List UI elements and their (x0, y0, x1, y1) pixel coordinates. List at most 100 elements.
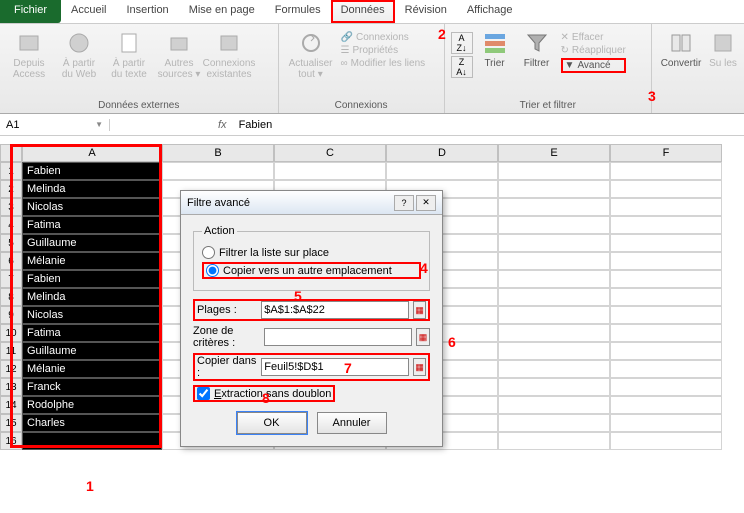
tab-review[interactable]: Révision (395, 0, 457, 23)
tab-home[interactable]: Accueil (61, 0, 116, 23)
name-box[interactable]: A1▼ (0, 119, 110, 131)
cell[interactable]: Fatima (22, 216, 162, 234)
text-to-columns-button[interactable]: Convertir (658, 28, 704, 109)
copyto-picker-button[interactable]: ▦ (413, 358, 426, 376)
cell[interactable] (610, 414, 722, 432)
remove-button[interactable]: Su les (708, 28, 738, 109)
row-header[interactable]: 10 (0, 324, 22, 342)
col-header-A[interactable]: A (22, 144, 162, 162)
cell[interactable]: Nicolas (22, 198, 162, 216)
tab-insert[interactable]: Insertion (116, 0, 178, 23)
cell[interactable] (498, 252, 610, 270)
tab-layout[interactable]: Mise en page (179, 0, 265, 23)
cell[interactable] (610, 324, 722, 342)
close-button[interactable]: ✕ (416, 195, 436, 211)
tab-formulas[interactable]: Formules (265, 0, 331, 23)
formula-value[interactable]: Fabien (235, 119, 277, 131)
cell[interactable]: Nicolas (22, 306, 162, 324)
cell[interactable] (498, 288, 610, 306)
radio-filter-inplace[interactable] (202, 246, 215, 259)
cell[interactable] (610, 288, 722, 306)
cell[interactable] (610, 270, 722, 288)
cell[interactable] (610, 216, 722, 234)
connections-button[interactable]: 🔗Connexions (341, 32, 426, 43)
cell[interactable]: Melinda (22, 180, 162, 198)
row-header[interactable]: 1 (0, 162, 22, 180)
properties-button[interactable]: ☰Propriétés (341, 45, 426, 56)
cell[interactable] (498, 162, 610, 180)
cell[interactable]: Mélanie (22, 360, 162, 378)
col-header-B[interactable]: B (162, 144, 274, 162)
cell[interactable] (498, 396, 610, 414)
from-access-button[interactable]: Depuis Access (6, 28, 52, 98)
cell[interactable] (498, 216, 610, 234)
input-copyto[interactable] (261, 358, 409, 376)
cell[interactable] (498, 414, 610, 432)
input-criteria[interactable] (264, 328, 412, 346)
cell[interactable] (498, 234, 610, 252)
cell[interactable]: Franck (22, 378, 162, 396)
reapply-button[interactable]: ↻Réappliquer (561, 45, 626, 56)
cell[interactable] (610, 234, 722, 252)
row-header[interactable]: 7 (0, 270, 22, 288)
row-header[interactable]: 5 (0, 234, 22, 252)
sort-az-button[interactable]: AZ↓ (451, 32, 473, 54)
row-header[interactable]: 3 (0, 198, 22, 216)
fx-icon[interactable]: fx (210, 119, 235, 131)
cell[interactable] (498, 180, 610, 198)
row-header[interactable]: 15 (0, 414, 22, 432)
row-header[interactable]: 13 (0, 378, 22, 396)
help-button[interactable]: ? (394, 195, 414, 211)
cell[interactable]: Mélanie (22, 252, 162, 270)
radio-copy-location[interactable] (206, 264, 219, 277)
range-picker-button[interactable]: ▦ (413, 301, 426, 319)
cell[interactable]: Fabien (22, 270, 162, 288)
cell[interactable] (498, 306, 610, 324)
cell[interactable] (610, 432, 722, 450)
cell[interactable] (498, 342, 610, 360)
cell[interactable] (498, 432, 610, 450)
edit-links-button[interactable]: ∞Modifier les liens (341, 58, 426, 69)
cell[interactable]: Fatima (22, 324, 162, 342)
cell[interactable] (610, 378, 722, 396)
row-header[interactable]: 9 (0, 306, 22, 324)
tab-file[interactable]: Fichier (0, 0, 61, 23)
sort-button[interactable]: Trier (477, 28, 513, 98)
row-header[interactable]: 14 (0, 396, 22, 414)
row-header[interactable]: 4 (0, 216, 22, 234)
select-all-corner[interactable] (0, 144, 22, 162)
ok-button[interactable]: OK (237, 412, 307, 434)
cell[interactable]: Fabien (22, 162, 162, 180)
cell[interactable] (610, 396, 722, 414)
cell[interactable] (610, 342, 722, 360)
col-header-E[interactable]: E (498, 144, 610, 162)
cell[interactable] (610, 162, 722, 180)
col-header-D[interactable]: D (386, 144, 498, 162)
clear-filter-button[interactable]: ✕Effacer (561, 32, 626, 43)
tab-data[interactable]: Données (331, 0, 395, 23)
row-header[interactable]: 2 (0, 180, 22, 198)
cell[interactable] (22, 432, 162, 450)
cell[interactable]: Rodolphe (22, 396, 162, 414)
cell[interactable] (498, 324, 610, 342)
cell[interactable]: Guillaume (22, 234, 162, 252)
row-header[interactable]: 16 (0, 432, 22, 450)
cell[interactable] (498, 198, 610, 216)
other-sources-button[interactable]: Autres sources ▾ (156, 28, 202, 98)
sort-za-button[interactable]: ZA↓ (451, 56, 473, 78)
row-header[interactable]: 6 (0, 252, 22, 270)
col-header-F[interactable]: F (610, 144, 722, 162)
col-header-C[interactable]: C (274, 144, 386, 162)
cancel-button[interactable]: Annuler (317, 412, 387, 434)
criteria-picker-button[interactable]: ▦ (416, 328, 430, 346)
filter-button[interactable]: Filtrer (517, 28, 557, 98)
input-range[interactable] (261, 301, 409, 319)
cell[interactable] (610, 198, 722, 216)
cell[interactable] (386, 162, 498, 180)
cell[interactable]: Guillaume (22, 342, 162, 360)
refresh-all-button[interactable]: Actualiser tout ▾ (285, 28, 337, 98)
cell[interactable] (498, 270, 610, 288)
row-header[interactable]: 12 (0, 360, 22, 378)
checkbox-unique[interactable] (197, 387, 210, 400)
cell[interactable] (274, 162, 386, 180)
